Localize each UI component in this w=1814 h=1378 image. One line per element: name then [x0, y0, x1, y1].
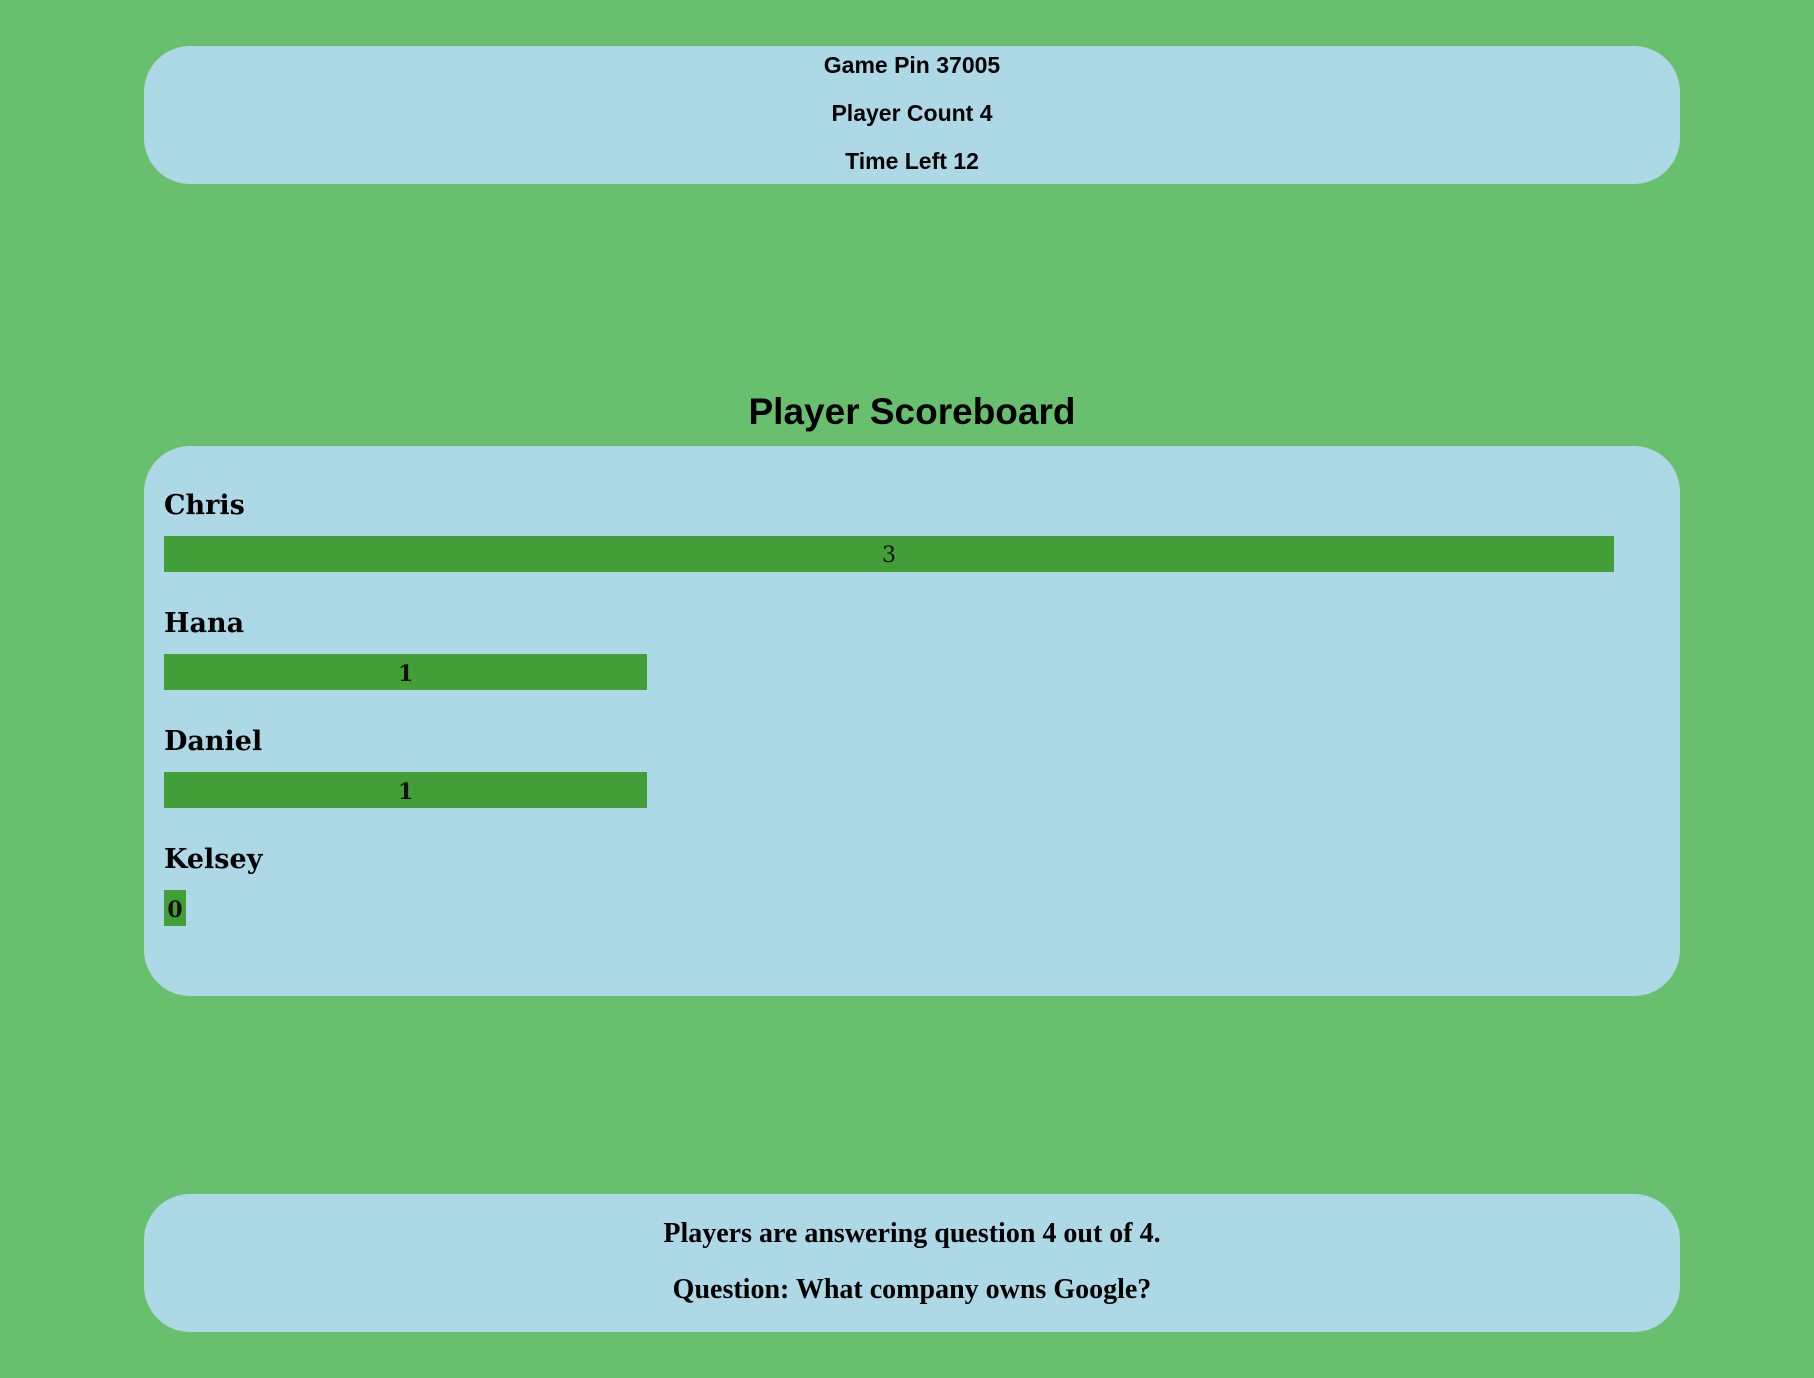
question-progress-text: Players are answering question 4 out of … [663, 1218, 1161, 1249]
score-bar-track: 1 [164, 654, 1614, 690]
player-row: Hana 1 [164, 606, 1660, 690]
score-bar: 0 [164, 890, 186, 926]
score-bar-track: 0 [164, 890, 1614, 926]
player-name: Kelsey [164, 844, 263, 875]
player-row: Kelsey 0 [164, 842, 1660, 926]
question-status-panel: Players are answering question 4 out of … [144, 1194, 1680, 1332]
score-bar-track: 1 [164, 772, 1614, 808]
score-bar: 1 [164, 772, 648, 808]
player-name: Hana [164, 608, 245, 639]
player-name: Chris [164, 490, 245, 521]
player-row: Chris 3 [164, 488, 1660, 572]
score-bar-track: 3 [164, 536, 1614, 572]
scoreboard-panel: Chris 3 Hana 1 Daniel 1 Kelsey 0 [144, 446, 1680, 996]
game-pin-label: Game Pin 37005 [823, 52, 1001, 78]
score-bar: 3 [164, 536, 1614, 572]
player-row: Daniel 1 [164, 724, 1660, 808]
player-name: Daniel [164, 726, 263, 757]
question-text: Question: What company owns Google? [672, 1274, 1152, 1305]
score-bar: 1 [164, 654, 648, 690]
player-count-label: Player Count 4 [831, 100, 993, 126]
scoreboard-title: Player Scoreboard [748, 391, 1076, 432]
game-info-panel: Game Pin 37005 Player Count 4 Time Left … [144, 46, 1680, 184]
time-left-label: Time Left 12 [845, 148, 979, 174]
